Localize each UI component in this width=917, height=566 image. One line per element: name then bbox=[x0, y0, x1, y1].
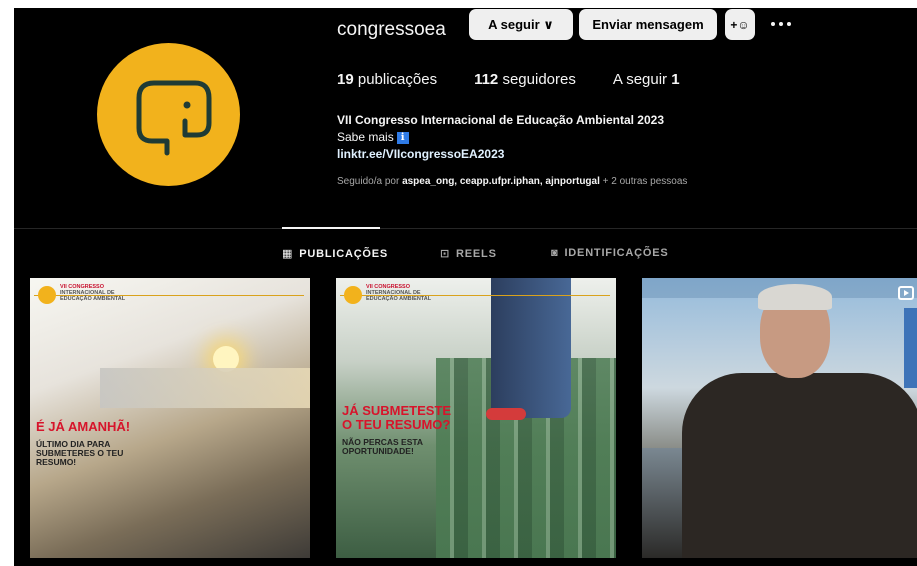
send-message-button[interactable]: Enviar mensagem bbox=[579, 9, 717, 40]
followers-stat[interactable]: 112 seguidores bbox=[474, 71, 576, 88]
bio-link[interactable]: linktr.ee/VIIcongressoEA2023 bbox=[337, 146, 664, 163]
following-count: 1 bbox=[671, 71, 680, 88]
more-info-line: Sabe mais ℹ bbox=[337, 129, 664, 146]
info-badge-icon: ℹ bbox=[396, 131, 409, 144]
more-dot-icon bbox=[779, 22, 783, 26]
speaker-body-graphic bbox=[682, 373, 917, 558]
post-headline-line-2: O TEU RESUMO? bbox=[342, 417, 451, 432]
post-org-name: VII CONGRESSO INTERNACIONAL DE EDUCAÇÃO … bbox=[366, 284, 446, 302]
posts-label: publicações bbox=[357, 71, 438, 88]
speaker-hair-graphic bbox=[758, 284, 832, 310]
tab-divider bbox=[14, 228, 917, 229]
instagram-profile-page: congressoea A seguir ∨ Enviar mensagem +… bbox=[14, 8, 917, 566]
water-graphic bbox=[100, 368, 310, 408]
more-info-text: Sabe mais bbox=[337, 130, 394, 144]
tab-posts[interactable]: ▦ PUBLICAÇÕES bbox=[282, 247, 389, 261]
post-subtext: ÚLTIMO DIA PARA SUBMETERES O TEU RESUMO! bbox=[36, 439, 124, 467]
posts-count: 19 bbox=[337, 71, 354, 88]
congress-logo-icon bbox=[38, 286, 56, 304]
congress-logo-icon bbox=[344, 286, 362, 304]
red-shoe-graphic bbox=[486, 408, 526, 420]
profile-bio: VII Congresso Internacional de Educação … bbox=[337, 112, 664, 163]
following-dropdown-button[interactable]: A seguir ∨ bbox=[469, 9, 573, 40]
jeans-legs-graphic bbox=[491, 278, 571, 418]
post-org-name: VII CONGRESSO INTERNACIONAL DE EDUCAÇÃO … bbox=[60, 284, 140, 302]
post-org-subtitle: INTERNACIONAL DE EDUCAÇÃO AMBIENTAL bbox=[366, 290, 432, 302]
followed-by-prefix: Seguido/a por bbox=[337, 176, 400, 187]
tab-reels[interactable]: ⊡ REELS bbox=[440, 247, 497, 261]
add-person-icon: +☺ bbox=[730, 17, 750, 32]
tab-active-indicator bbox=[282, 227, 380, 229]
followers-label: seguidores bbox=[502, 71, 576, 88]
post-headline: JÁ SUBMETESTE O TEU RESUMO? bbox=[342, 404, 451, 432]
post-org-subtitle: INTERNACIONAL DE EDUCAÇÃO AMBIENTAL bbox=[60, 290, 126, 302]
tab-reels-label: REELS bbox=[456, 247, 497, 260]
followers-count: 112 bbox=[474, 71, 499, 88]
reel-thumbnail[interactable] bbox=[642, 278, 917, 558]
tab-tagged[interactable]: ◙ IDENTIFICAÇÕES bbox=[551, 247, 669, 259]
following-stat[interactable]: A seguir 1 bbox=[613, 71, 680, 88]
profile-avatar[interactable] bbox=[97, 43, 240, 186]
followed-by-users: aspea_ong, ceapp.ufpr.iphan, ajnportugal bbox=[402, 176, 600, 187]
screen-frame-graphic bbox=[904, 308, 917, 388]
posts-stat: 19 publicações bbox=[337, 71, 437, 88]
post-subtext: NÃO PERCAS ESTA OPORTUNIDADE! bbox=[342, 437, 423, 456]
followed-by-text[interactable]: Seguido/a por aspea_ong, ceapp.ufpr.ipha… bbox=[337, 176, 687, 187]
profile-username: congressoea bbox=[337, 19, 446, 40]
profile-full-name: VII Congresso Internacional de Educação … bbox=[337, 113, 664, 127]
post-headline-line-1: JÁ SUBMETESTE bbox=[342, 403, 452, 418]
more-dot-icon bbox=[787, 22, 791, 26]
suggest-accounts-button[interactable]: +☺ bbox=[725, 9, 755, 40]
reel-icon bbox=[898, 286, 914, 300]
following-label: A seguir bbox=[612, 71, 668, 88]
elephant-logo-icon bbox=[136, 80, 212, 156]
post-thumbnail[interactable]: VII CONGRESSO INTERNACIONAL DE EDUCAÇÃO … bbox=[336, 278, 616, 558]
profile-stats: 19 publicações 112 seguidores A seguir 1 bbox=[337, 71, 680, 88]
tagged-icon: ◙ bbox=[551, 247, 559, 259]
followed-by-suffix: + 2 outras pessoas bbox=[602, 176, 688, 187]
tab-tagged-label: IDENTIFICAÇÕES bbox=[564, 247, 669, 259]
tab-posts-label: PUBLICAÇÕES bbox=[299, 247, 389, 260]
post-headline: É JÁ AMANHÃ! bbox=[36, 419, 131, 434]
grid-icon: ▦ bbox=[282, 248, 294, 260]
more-dot-icon bbox=[771, 22, 775, 26]
more-options-button[interactable] bbox=[771, 14, 801, 34]
reels-icon: ⊡ bbox=[440, 248, 451, 260]
post-thumbnail[interactable]: VII CONGRESSO INTERNACIONAL DE EDUCAÇÃO … bbox=[30, 278, 310, 558]
